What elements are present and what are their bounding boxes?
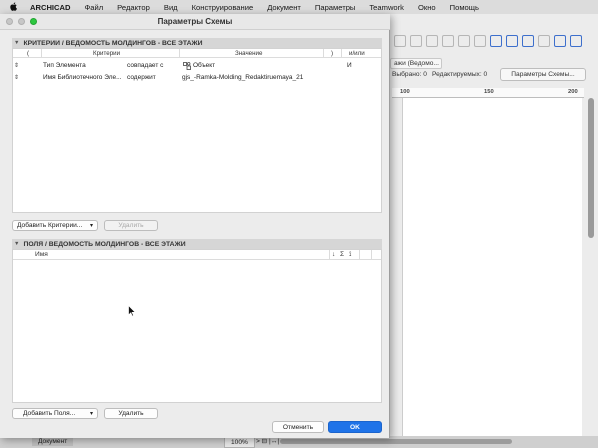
fields-section-title: ПОЛЯ / ВЕДОМОСТЬ МОЛДИНГОВ - ВСЕ ЭТАЖИ xyxy=(23,240,186,248)
col-and-or[interactable]: и/или xyxy=(349,50,365,57)
fields-column-header: Имя ↓ Σ ⟟ xyxy=(13,250,381,260)
dialog-title: Параметры Схемы xyxy=(157,17,233,26)
ok-button[interactable]: OK xyxy=(328,421,382,433)
menu-teamwork[interactable]: Teamwork xyxy=(363,3,412,12)
chevron-down-icon: ▾ xyxy=(89,223,93,229)
flag-icon[interactable] xyxy=(490,35,502,47)
add-field-button[interactable]: Добавить Поля... ▾ xyxy=(12,408,98,419)
horizontal-scrollbar[interactable] xyxy=(280,439,512,444)
column-divider xyxy=(323,49,324,58)
chevron-down-icon: ▾ xyxy=(89,411,93,417)
delete-field-button[interactable]: Удалить xyxy=(104,408,158,419)
ruler-mark: 150 xyxy=(484,89,494,95)
add-criteria-label: Добавить Критерии... xyxy=(17,222,83,229)
flag-icon[interactable] xyxy=(506,35,518,47)
nav-arrows[interactable]: > ⊟ |↔| xyxy=(256,437,279,445)
criteria-table: ( Критерии Значение ) и/или ⇕ Тип Элемен… xyxy=(12,48,382,213)
sort-icon[interactable]: ↓ xyxy=(332,251,335,258)
col-close-paren[interactable]: ) xyxy=(331,50,333,57)
criteria-and-or[interactable]: И xyxy=(347,62,352,69)
column-divider xyxy=(341,49,342,58)
menu-view[interactable]: Вид xyxy=(158,3,186,12)
menu-options[interactable]: Параметры xyxy=(309,3,363,12)
delete-criteria-button[interactable]: Удалить xyxy=(104,220,158,231)
layout-icon[interactable] xyxy=(570,35,582,47)
selected-count: Выбрано: 0 xyxy=(392,71,427,78)
menu-edit[interactable]: Редактор xyxy=(111,3,158,12)
cancel-button[interactable]: Отменить xyxy=(272,421,324,433)
reorder-handle-icon[interactable]: ⇕ xyxy=(14,62,19,69)
col-open-paren[interactable]: ( xyxy=(27,50,29,57)
criteria-column-header: ( Критерии Значение ) и/или xyxy=(13,49,381,58)
menu-app-name[interactable]: ARCHICAD xyxy=(28,3,79,12)
disclosure-triangle-icon[interactable]: ▼ xyxy=(14,40,19,46)
criteria-name[interactable]: Имя Библиотечного Эле... xyxy=(43,74,122,81)
info-bar: ажи (Ведомо... Выбрано: 0 Редактируемых:… xyxy=(388,58,598,82)
menu-document[interactable]: Документ xyxy=(261,3,309,12)
menu-window[interactable]: Окно xyxy=(412,3,444,12)
criteria-operator[interactable]: совпадает с xyxy=(127,62,163,69)
criteria-section-title: КРИТЕРИИ / ВЕДОМОСТЬ МОЛДИНГОВ - ВСЕ ЭТА… xyxy=(23,39,203,47)
criteria-section-header[interactable]: ▼ КРИТЕРИИ / ВЕДОМОСТЬ МОЛДИНГОВ - ВСЕ Э… xyxy=(12,38,382,48)
toolbar xyxy=(388,32,598,50)
criteria-name[interactable]: Тип Элемента xyxy=(43,62,86,69)
schedule-canvas[interactable] xyxy=(402,98,582,436)
disclosure-triangle-icon[interactable]: ▼ xyxy=(14,241,19,247)
ruler-mark: 100 xyxy=(400,89,410,95)
sum-icon[interactable]: Σ xyxy=(340,251,344,258)
criteria-operator[interactable]: содержит xyxy=(127,74,156,81)
scheme-params-dialog: Параметры Схемы ▼ КРИТЕРИИ / ВЕДОМОСТЬ М… xyxy=(0,14,390,438)
reorder-handle-icon[interactable]: ⇕ xyxy=(14,74,19,81)
col-name[interactable]: Имя xyxy=(35,251,48,258)
tool-icon[interactable] xyxy=(538,35,550,47)
column-divider xyxy=(371,250,372,260)
ruler-mark: 200 xyxy=(568,89,578,95)
fields-table: Имя ↓ Σ ⟟ xyxy=(12,249,382,403)
house-icon[interactable] xyxy=(522,35,534,47)
tool-icon[interactable] xyxy=(458,35,470,47)
layout-icon[interactable] xyxy=(554,35,566,47)
criteria-value[interactable]: Объект xyxy=(193,62,215,69)
editable-count: Редактируемых: 0 xyxy=(432,71,488,78)
ruler: 100 150 200 xyxy=(392,88,584,98)
scheme-params-button[interactable]: Параметры Схемы... xyxy=(500,68,586,81)
menu-file[interactable]: Файл xyxy=(79,3,112,12)
add-criteria-button[interactable]: Добавить Критерии... ▾ xyxy=(12,220,98,231)
mouse-cursor-icon xyxy=(128,305,136,317)
vertical-scrollbar[interactable] xyxy=(588,98,594,238)
col-criteria[interactable]: Критерии xyxy=(93,50,120,57)
menu-help[interactable]: Помощь xyxy=(444,3,487,12)
object-icon xyxy=(183,62,191,72)
tool-icon[interactable] xyxy=(394,35,406,47)
add-field-label: Добавить Поля... xyxy=(23,410,76,417)
menu-design[interactable]: Конструирование xyxy=(186,3,262,12)
document-label: Документ xyxy=(32,437,74,446)
tool-icon[interactable] xyxy=(442,35,454,47)
fields-section-header[interactable]: ▼ ПОЛЯ / ВЕДОМОСТЬ МОЛДИНГОВ - ВСЕ ЭТАЖИ xyxy=(12,239,382,249)
column-divider xyxy=(41,49,42,58)
dialog-titlebar: Параметры Схемы xyxy=(0,14,390,30)
col-value[interactable]: Значение xyxy=(235,50,262,57)
zoom-field[interactable]: 100% xyxy=(224,437,255,448)
column-divider xyxy=(329,250,330,260)
view-tab[interactable]: ажи (Ведомо... xyxy=(390,58,442,69)
criteria-value[interactable]: gjs_-Ramka-Molding_Redaktiruemaya_21 xyxy=(182,74,303,81)
background-app-window: ажи (Ведомо... Выбрано: 0 Редактируемых:… xyxy=(388,14,598,448)
apple-icon[interactable] xyxy=(8,1,20,13)
column-divider xyxy=(179,49,180,58)
tool-icon[interactable] xyxy=(410,35,422,47)
tool-icon[interactable] xyxy=(426,35,438,47)
pin-icon[interactable]: ⟟ xyxy=(349,251,351,259)
column-divider xyxy=(359,250,360,260)
menu-bar: ARCHICAD Файл Редактор Вид Конструирован… xyxy=(0,0,598,14)
tool-icon[interactable] xyxy=(474,35,486,47)
criteria-row[interactable]: ⇕ Тип Элемента совпадает с Объект И xyxy=(13,60,381,71)
criteria-row[interactable]: ⇕ Имя Библиотечного Эле... содержит gjs_… xyxy=(13,72,381,83)
